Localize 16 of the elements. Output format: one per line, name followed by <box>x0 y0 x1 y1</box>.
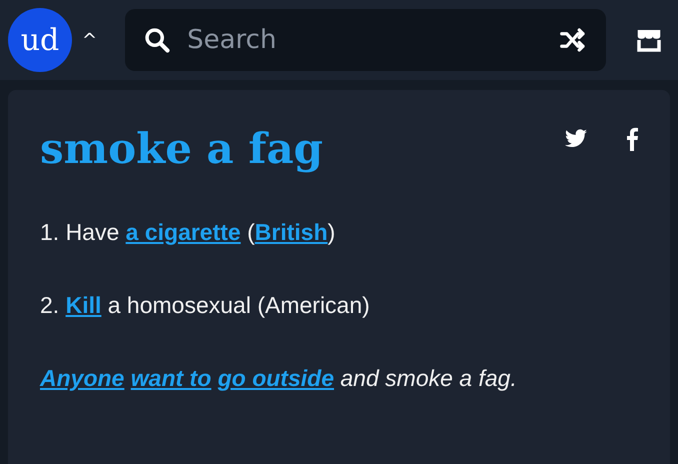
example-sentence: Anyone want to go outside and smoke a fag. <box>40 365 518 392</box>
term-link[interactable]: want to <box>130 365 212 391</box>
term-link[interactable]: British <box>254 219 328 245</box>
search-icon <box>143 26 172 54</box>
definition-text: 1. Have a cigarette (British) <box>40 219 336 246</box>
facebook-icon[interactable] <box>626 126 638 152</box>
word-title[interactable]: smoke a fag <box>40 124 324 173</box>
definition-text: 2. Kill a homosexual (American) <box>40 292 371 319</box>
term-link[interactable]: Anyone <box>40 365 124 391</box>
caret-icon[interactable]: ^ <box>82 30 98 50</box>
term-link[interactable]: a cigarette <box>126 219 241 245</box>
logo[interactable]: ud <box>8 8 72 72</box>
search-bar[interactable]: Search <box>125 9 606 71</box>
term-link[interactable]: Kill <box>66 292 102 318</box>
search-field[interactable]: Search <box>185 24 544 56</box>
term-link[interactable]: go outside <box>218 365 334 391</box>
